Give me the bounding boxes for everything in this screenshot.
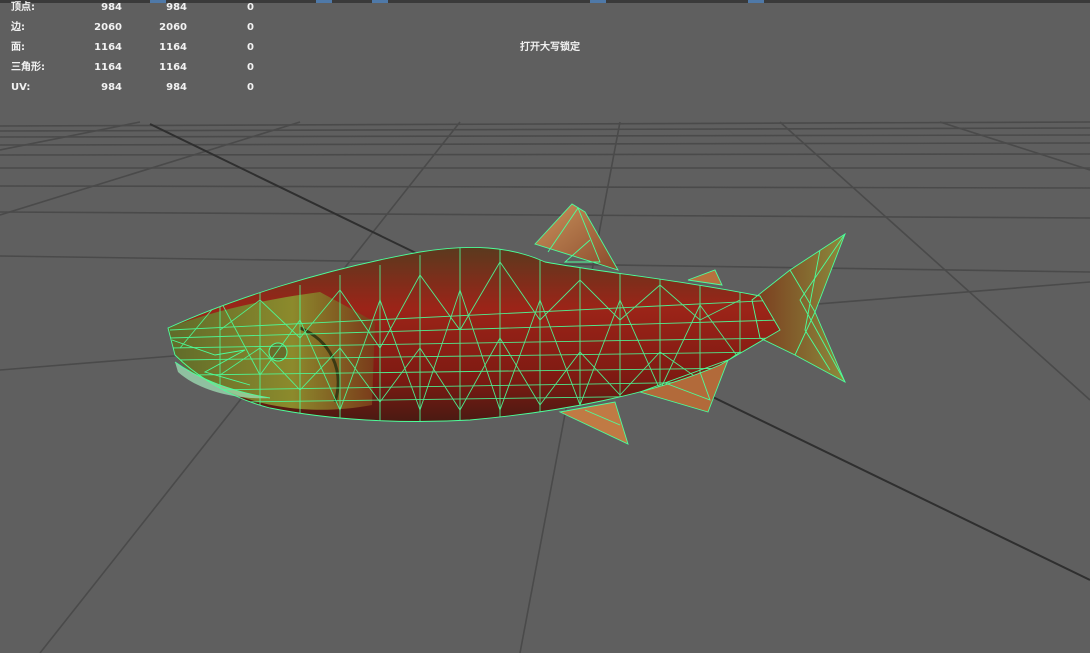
hud-value: 984 <box>166 2 187 13</box>
hud-value: 1164 <box>94 42 122 53</box>
hud-row-uvs: UV: 984 984 0 <box>0 80 270 96</box>
salmon-model[interactable] <box>167 203 846 445</box>
hud-label: 边: <box>11 22 25 33</box>
3d-viewport[interactable]: 顶点: 984 984 0 边: 2060 2060 0 面: 1164 116… <box>0 0 1090 653</box>
hud-value: 2060 <box>94 22 122 33</box>
hud-row-vertices: 顶点: 984 984 0 <box>0 0 270 16</box>
hud-value: 984 <box>166 82 187 93</box>
hud-row-faces: 面: 1164 1164 0 <box>0 40 270 56</box>
hud-label: 三角形: <box>11 62 45 73</box>
hud-value: 2060 <box>159 22 187 33</box>
dorsal-fin <box>535 204 618 270</box>
hud-value: 1164 <box>94 62 122 73</box>
hud-value: 0 <box>247 2 254 13</box>
hud-value: 984 <box>101 82 122 93</box>
hud-value: 0 <box>247 82 254 93</box>
hud-value: 0 <box>247 22 254 33</box>
hud-value: 1164 <box>159 42 187 53</box>
poly-count-hud: 顶点: 984 984 0 边: 2060 2060 0 面: 1164 116… <box>0 0 270 100</box>
hud-label: 顶点: <box>11 2 35 13</box>
hud-value: 1164 <box>159 62 187 73</box>
hud-label: 面: <box>11 42 25 53</box>
caps-lock-indicator: 打开大写锁定 <box>520 42 580 53</box>
hud-row-triangles: 三角形: 1164 1164 0 <box>0 60 270 76</box>
hud-row-edges: 边: 2060 2060 0 <box>0 20 270 36</box>
pelvic-fin <box>560 402 628 444</box>
hud-value: 0 <box>247 42 254 53</box>
hud-label: UV: <box>11 82 31 93</box>
hud-value: 0 <box>247 62 254 73</box>
hud-value: 984 <box>101 2 122 13</box>
